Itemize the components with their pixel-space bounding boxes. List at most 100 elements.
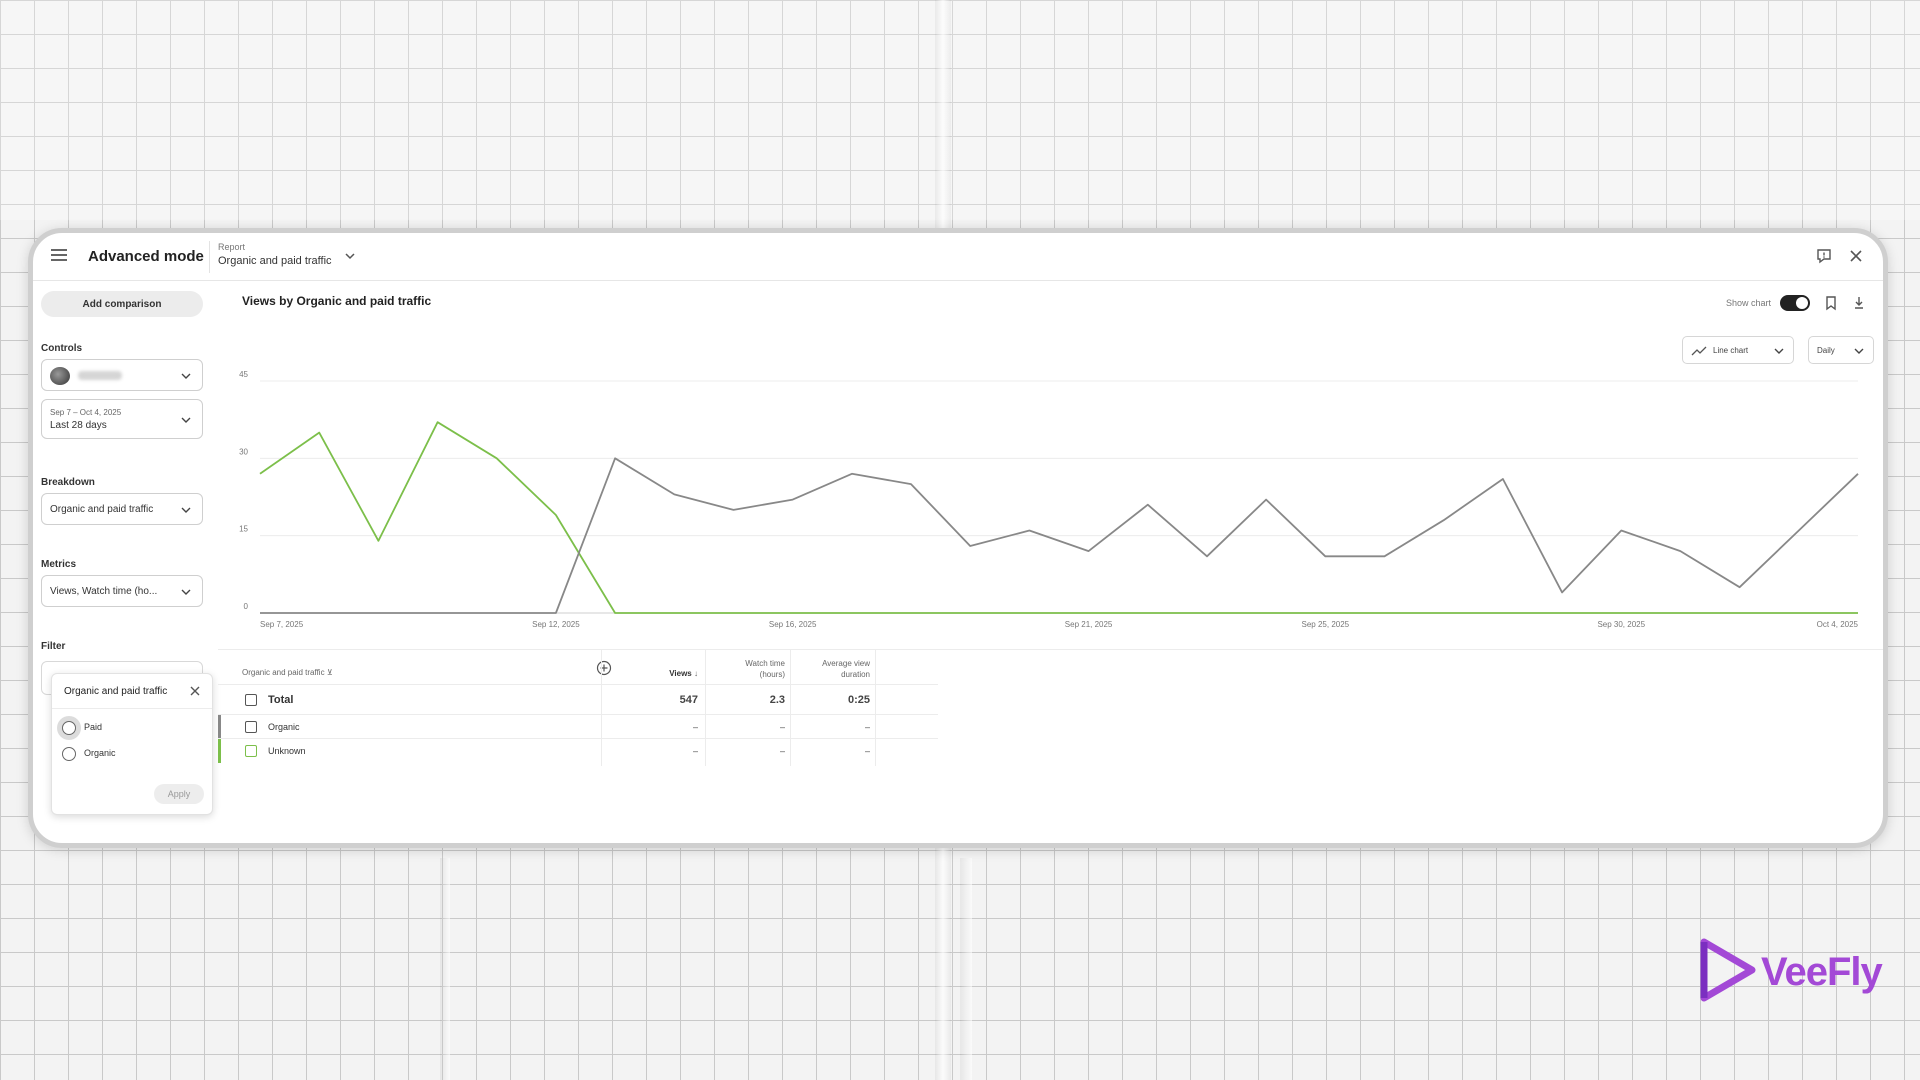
analytics-window: Advanced mode Report Organic and paid tr…	[28, 228, 1888, 848]
series-line-0	[259, 421, 1858, 614]
radio-label: Paid	[84, 722, 103, 732]
chevron-down-icon	[181, 417, 191, 423]
cell-views: –	[692, 722, 698, 732]
y-tick-label: 0	[244, 602, 249, 611]
channel-name-blurred	[78, 371, 122, 380]
y-tick-label: 30	[239, 447, 248, 456]
brand-name: VeeFly	[1761, 950, 1883, 994]
report-name[interactable]: Organic and paid traffic	[218, 255, 332, 267]
cell-watch-time: –	[779, 722, 785, 732]
avatar	[50, 367, 70, 385]
line-chart-icon	[1691, 346, 1707, 356]
x-tick-label: Sep 12, 2025	[532, 620, 580, 629]
cell-avg-duration: –	[864, 722, 870, 732]
header-watch-time-unit: (hours)	[759, 670, 785, 679]
table-row: Organic – – –	[218, 714, 938, 739]
header-views-label: Views	[669, 669, 692, 678]
bookmark-icon[interactable]	[1824, 295, 1838, 311]
paper-fold	[960, 858, 972, 1080]
x-tick-label: Sep 16, 2025	[769, 620, 817, 629]
chevron-down-icon	[1854, 348, 1864, 354]
header-avg-duration-label: Average view	[822, 659, 870, 668]
breakdown-value: Organic and paid traffic	[50, 504, 154, 515]
chart-type-dropdown[interactable]: Line chart	[1682, 336, 1794, 364]
radio-button[interactable]	[62, 747, 76, 761]
x-tick-label: Sep 21, 2025	[1065, 620, 1113, 629]
feedback-icon[interactable]	[1815, 247, 1833, 265]
show-chart-label: Show chart	[1725, 298, 1771, 308]
popup-divider	[52, 708, 212, 709]
table-row-total: Total 547 2.3 0:25	[218, 684, 938, 714]
paper-fold	[440, 858, 450, 1080]
date-range-label: Last 28 days	[50, 420, 107, 431]
header-avg-duration-unit: duration	[841, 670, 870, 679]
chevron-down-icon	[181, 507, 191, 513]
close-icon[interactable]	[188, 684, 202, 698]
channel-select[interactable]	[41, 359, 203, 391]
download-icon[interactable]	[1852, 295, 1866, 311]
date-range-select[interactable]: Sep 7 – Oct 4, 2025 Last 28 days	[41, 399, 203, 439]
breakdown-label: Breakdown	[41, 477, 95, 488]
row-checkbox[interactable]	[245, 721, 257, 733]
show-chart-toggle[interactable]	[1780, 295, 1810, 311]
x-tick-label: Sep 30, 2025	[1597, 620, 1645, 629]
series-color-marker	[218, 715, 221, 739]
header-dimension-label: Organic and paid traffic	[242, 668, 325, 677]
cell-watch-time: 2.3	[769, 694, 785, 706]
metrics-label: Metrics	[41, 559, 77, 570]
row-label: Total	[268, 694, 294, 706]
row-checkbox[interactable]	[245, 745, 257, 757]
top-bar: Advanced mode Report Organic and paid tr…	[33, 233, 1883, 281]
chevron-down-icon	[181, 373, 191, 379]
cell-watch-time: –	[779, 746, 785, 756]
close-icon[interactable]	[1847, 247, 1865, 265]
header-watch-time-label: Watch time	[745, 659, 785, 668]
filter-popup-title: Organic and paid traffic	[64, 686, 168, 697]
cell-avg-duration: 0:25	[847, 694, 870, 706]
x-tick-label: Sep 25, 2025	[1302, 620, 1350, 629]
play-logo-icon	[1700, 938, 1756, 1002]
chevron-down-icon[interactable]	[343, 249, 357, 263]
header-divider	[209, 241, 210, 273]
views-line-chart: 0 15 30 45 Sep 7, 2025 Sep 12, 2025 Sep 16, 20…	[239, 370, 1859, 629]
table-row: Unknown – – –	[218, 738, 938, 763]
metrics-select[interactable]: Views, Watch time (ho...	[41, 575, 203, 607]
cell-avg-duration: –	[864, 746, 870, 756]
x-tick-label: Oct 4, 2025	[1817, 620, 1859, 629]
hamburger-menu-icon[interactable]	[51, 249, 67, 263]
cell-views: 547	[679, 694, 698, 706]
y-tick-label: 45	[239, 370, 248, 379]
arrow-down-icon: ↓	[694, 669, 698, 678]
period-dropdown[interactable]: Daily	[1808, 336, 1874, 364]
chart-type-label: Line chart	[1713, 346, 1749, 355]
add-comparison-button[interactable]: Add comparison	[41, 291, 203, 317]
chevron-down-icon	[1774, 348, 1784, 354]
period-label: Daily	[1817, 346, 1835, 355]
data-table: Organic and paid traffic ⊻ Views ↓ Watch…	[218, 649, 1883, 769]
row-checkbox[interactable]	[245, 694, 257, 706]
chart-title: Views by Organic and paid traffic	[242, 294, 432, 308]
main-panel: Views by Organic and paid traffic Show c…	[218, 281, 1883, 841]
radio-label: Organic	[84, 748, 116, 758]
metrics-value: Views, Watch time (ho...	[50, 586, 158, 597]
apply-button[interactable]: Apply	[154, 784, 204, 804]
filter-popup: Organic and paid traffic Paid Organic Ap…	[51, 673, 213, 815]
report-caption: Report	[218, 242, 246, 252]
app-title: Advanced mode	[88, 248, 204, 265]
x-tick-label: Sep 7, 2025	[260, 620, 304, 629]
y-tick-label: 15	[239, 525, 248, 534]
row-label: Organic	[268, 722, 300, 732]
sort-icon: ⊻	[326, 668, 333, 677]
add-metric-icon[interactable]	[596, 660, 612, 676]
cell-views: –	[692, 746, 698, 756]
chevron-down-icon	[181, 589, 191, 595]
radio-button[interactable]	[62, 721, 76, 735]
brand-logo: VeeFly	[1698, 938, 1898, 1006]
date-range-dates: Sep 7 – Oct 4, 2025	[50, 408, 122, 417]
row-label: Unknown	[268, 746, 306, 756]
paper-background	[0, 0, 1920, 220]
breakdown-select[interactable]: Organic and paid traffic	[41, 493, 203, 525]
controls-label: Controls	[41, 343, 83, 354]
series-color-marker	[218, 739, 221, 763]
filter-label: Filter	[41, 641, 66, 652]
